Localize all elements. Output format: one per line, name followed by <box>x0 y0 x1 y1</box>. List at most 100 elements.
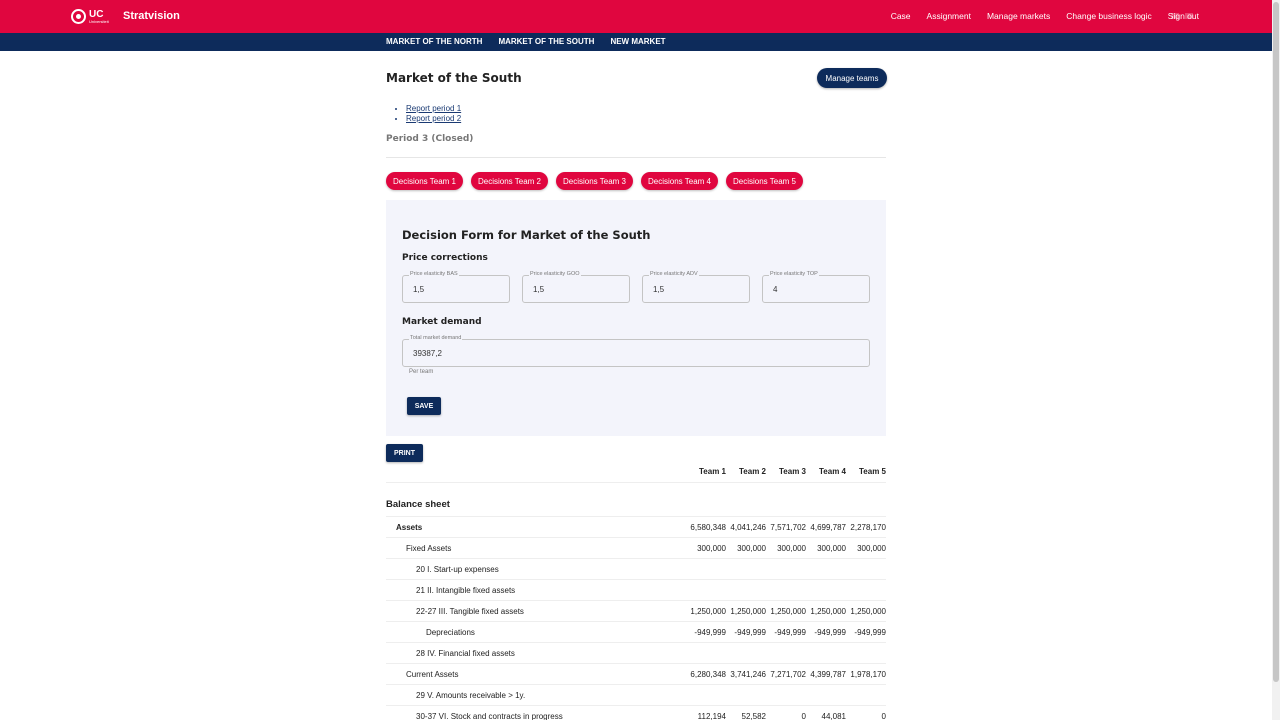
row-value: 1,250,000 <box>770 607 806 616</box>
period-status: Period 3 (Closed) <box>386 134 474 144</box>
table-row: 29 V. Amounts receivable > 1y. <box>386 684 886 705</box>
table-row: 30-37 VI. Stock and contracts in progres… <box>386 705 886 720</box>
table-row: Fixed Assets 300,000 300,000 300,000 300,000… <box>386 537 886 558</box>
team-decision-buttons: Decisions Team 1 Decisions Team 2 Decisi… <box>386 172 811 190</box>
scrollbar-thumb[interactable] <box>1273 2 1279 682</box>
total-market-demand-field[interactable]: Total market demand 39387,2 <box>402 335 870 367</box>
divider <box>386 157 886 158</box>
nav-manage-markets-link[interactable]: Manage markets <box>987 11 1050 21</box>
logo-text: UC <box>89 8 104 20</box>
vertical-scrollbar[interactable] <box>1272 0 1280 720</box>
row-value: 300,000 <box>737 544 766 553</box>
row-value: 1,250,000 <box>810 607 846 616</box>
row-label: Depreciations <box>426 628 475 637</box>
field-label: Price elasticity BAS <box>409 271 459 277</box>
brand-name[interactable]: Stratvision <box>123 10 180 22</box>
decision-form: Decision Form for Market of the South Pr… <box>386 200 886 436</box>
row-label: Fixed Assets <box>406 544 452 553</box>
decisions-team-3-button[interactable]: Decisions Team 3 <box>556 172 633 190</box>
price-corrections-heading: Price corrections <box>402 253 488 263</box>
row-label: 21 II. Intangible fixed assets <box>416 586 516 595</box>
row-label: Current Assets <box>406 670 459 679</box>
field-value[interactable]: 1,5 <box>533 285 544 294</box>
row-value: -949,999 <box>854 628 886 637</box>
nav-change-business-logic-link[interactable]: Change business logic <box>1066 11 1152 21</box>
row-value: 0 <box>881 712 886 720</box>
table-header: Team 1 Team 2 Team 3 Team 4 Team 5 <box>386 463 886 483</box>
row-value: 7,271,702 <box>770 670 806 679</box>
row-value: 300,000 <box>697 544 726 553</box>
row-label: 20 I. Start-up expenses <box>416 565 499 574</box>
top-nav: Case Assignment Manage markets Change bu… <box>875 11 1199 21</box>
field-helper-text: Per team <box>409 369 434 375</box>
row-value: 4,041,246 <box>730 523 766 532</box>
field-label: Price elasticity TOP <box>769 271 819 277</box>
decisions-team-5-button[interactable]: Decisions Team 5 <box>726 172 803 190</box>
column-header: Team 5 <box>859 467 886 476</box>
balance-sheet-title: Balance sheet <box>386 499 450 510</box>
row-label: 29 V. Amounts receivable > 1y. <box>416 691 526 700</box>
report-list: Report period 1 Report period 2 <box>396 104 461 123</box>
report-list-item: Report period 1 <box>406 104 461 114</box>
field-label: Price elasticity GOO <box>529 271 581 277</box>
column-header: Team 3 <box>779 467 806 476</box>
manage-teams-button[interactable]: Manage teams <box>817 68 887 88</box>
new-market-tab[interactable]: NEW MARKET <box>610 37 665 46</box>
row-value: 6,580,348 <box>690 523 726 532</box>
language-option-2[interactable] <box>1185 13 1193 19</box>
row-value: 0 <box>801 712 806 720</box>
row-label: Assets <box>396 523 423 532</box>
report-period-2-link[interactable]: Report period 2 <box>406 114 461 123</box>
price-elasticity-adv-field[interactable]: Price elasticity ADV 1,5 <box>642 271 750 303</box>
column-header: Team 1 <box>699 467 726 476</box>
row-value: 44,081 <box>821 712 846 720</box>
row-value: -949,999 <box>734 628 766 637</box>
row-value: 300,000 <box>857 544 886 553</box>
row-label: 22-27 III. Tangible fixed assets <box>416 607 524 616</box>
table-row: Assets 6,580,348 4,041,246 7,571,702 4,699,7… <box>386 516 886 537</box>
row-value: -949,999 <box>774 628 806 637</box>
decisions-team-4-button[interactable]: Decisions Team 4 <box>641 172 718 190</box>
row-value: 1,250,000 <box>730 607 766 616</box>
price-elasticity-top-field[interactable]: Price elasticity TOP 4 <box>762 271 870 303</box>
form-title: Decision Form for Market of the South <box>402 228 651 242</box>
row-value: 3,741,246 <box>730 670 766 679</box>
top-bar: UC Universiteit Stratvision Case Assignm… <box>0 0 1272 33</box>
decisions-team-1-button[interactable]: Decisions Team 1 <box>386 172 463 190</box>
language-option-1[interactable] <box>1171 13 1179 19</box>
table-row: Current Assets 6,280,348 3,741,246 7,271,70… <box>386 663 886 684</box>
university-logo[interactable]: UC Universiteit <box>71 8 115 25</box>
table-row: 20 I. Start-up expenses <box>386 558 886 579</box>
table-row: 28 IV. Financial fixed assets <box>386 642 886 663</box>
column-header: Team 4 <box>819 467 846 476</box>
report-period-1-link[interactable]: Report period 1 <box>406 104 461 113</box>
row-label: 28 IV. Financial fixed assets <box>416 649 515 658</box>
table-row: Depreciations -949,999 -949,999 -949,999 -94… <box>386 621 886 642</box>
save-button[interactable]: SAVE <box>407 397 441 415</box>
row-value: 4,399,787 <box>810 670 846 679</box>
logo-subtext: Universiteit <box>89 18 109 24</box>
row-value: 1,978,170 <box>850 670 886 679</box>
language-switcher[interactable] <box>1171 13 1197 19</box>
row-value: 4,699,787 <box>810 523 846 532</box>
market-north-tab[interactable]: MARKET OF THE NORTH <box>386 37 482 46</box>
field-value[interactable]: 39387,2 <box>413 349 442 358</box>
field-value[interactable]: 1,5 <box>413 285 424 294</box>
decisions-team-2-button[interactable]: Decisions Team 2 <box>471 172 548 190</box>
row-value: 1,250,000 <box>850 607 886 616</box>
nav-assignment-link[interactable]: Assignment <box>927 11 971 21</box>
field-value[interactable]: 1,5 <box>653 285 664 294</box>
nav-case-link[interactable]: Case <box>891 11 911 21</box>
row-value: 300,000 <box>817 544 846 553</box>
field-label: Price elasticity ADV <box>649 271 699 277</box>
market-south-tab[interactable]: MARKET OF THE SOUTH <box>498 37 594 46</box>
row-value: 1,250,000 <box>690 607 726 616</box>
row-label: 30-37 VI. Stock and contracts in progres… <box>416 712 563 720</box>
row-value: 7,571,702 <box>770 523 806 532</box>
print-button[interactable]: PRINT <box>386 444 423 462</box>
table-row: 22-27 III. Tangible fixed assets 1,250,00… <box>386 600 886 621</box>
price-elasticity-goo-field[interactable]: Price elasticity GOO 1,5 <box>522 271 630 303</box>
field-value[interactable]: 4 <box>773 285 777 294</box>
price-elasticity-bas-field[interactable]: Price elasticity BAS 1,5 <box>402 271 510 303</box>
row-value: 52,582 <box>741 712 766 720</box>
